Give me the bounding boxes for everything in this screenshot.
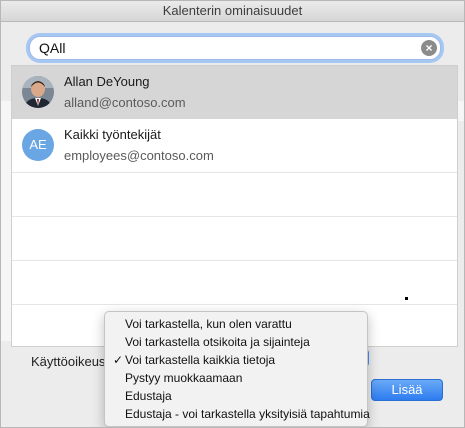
window-title: Kalenterin ominaisuudet <box>1 1 464 22</box>
menu-item-delegate-private[interactable]: Edustaja - voi tarkastella yksityisiä ta… <box>105 405 370 423</box>
list-divider <box>12 304 457 305</box>
permission-label: Käyttöoikeus <box>31 354 106 369</box>
clear-search-icon[interactable]: × <box>421 40 437 56</box>
result-row-all-employees[interactable]: AE Kaikki työntekijät employees@contoso.… <box>12 119 457 172</box>
calendar-properties-window: Kalenterin ominaisuudet × Allan DeYoung … <box>0 0 465 428</box>
menu-item-label: Edustaja <box>125 389 172 403</box>
search-results-list: Allan DeYoung alland@contoso.com AE Kaik… <box>11 65 458 347</box>
permission-dropdown-menu: Voi tarkastella, kun olen varattu Voi ta… <box>104 311 370 427</box>
menu-item-view-all[interactable]: ✓ Voi tarkastella kaikkia tietoja <box>105 351 367 369</box>
menu-item-label: Voi tarkastella, kun olen varattu <box>125 317 292 331</box>
result-name: Kaikki työntekijät <box>64 127 161 142</box>
menu-item-view-titles[interactable]: Voi tarkastella otsikoita ja sijainteja <box>105 333 367 351</box>
menu-item-delegate[interactable]: Edustaja <box>105 387 367 405</box>
avatar-photo <box>22 76 54 108</box>
menu-item-label: Voi tarkastella kaikkia tietoja <box>125 353 276 367</box>
add-button[interactable]: Lisää <box>371 379 443 401</box>
checkmark-icon: ✓ <box>113 353 124 367</box>
result-name: Allan DeYoung <box>64 74 150 89</box>
search-input[interactable] <box>39 39 409 57</box>
menu-item-label: Pystyy muokkaamaan <box>125 371 243 385</box>
menu-item-label: Edustaja - voi tarkastella yksityisiä ta… <box>125 407 370 421</box>
background-table-peek <box>1 101 11 341</box>
menu-item-can-edit[interactable]: Pystyy muokkaamaan <box>105 369 367 387</box>
list-divider <box>12 172 457 173</box>
result-email: employees@contoso.com <box>64 148 214 163</box>
result-email: alland@contoso.com <box>64 95 186 110</box>
list-divider <box>12 216 457 217</box>
menu-item-view-busy[interactable]: Voi tarkastella, kun olen varattu <box>105 315 367 333</box>
result-row-allan[interactable]: Allan DeYoung alland@contoso.com <box>12 66 457 119</box>
list-divider <box>12 260 457 261</box>
search-field[interactable]: × <box>29 36 441 60</box>
menu-item-label: Voi tarkastella otsikoita ja sijainteja <box>125 335 310 349</box>
avatar-initials: AE <box>22 129 54 161</box>
stray-dot <box>405 297 408 300</box>
